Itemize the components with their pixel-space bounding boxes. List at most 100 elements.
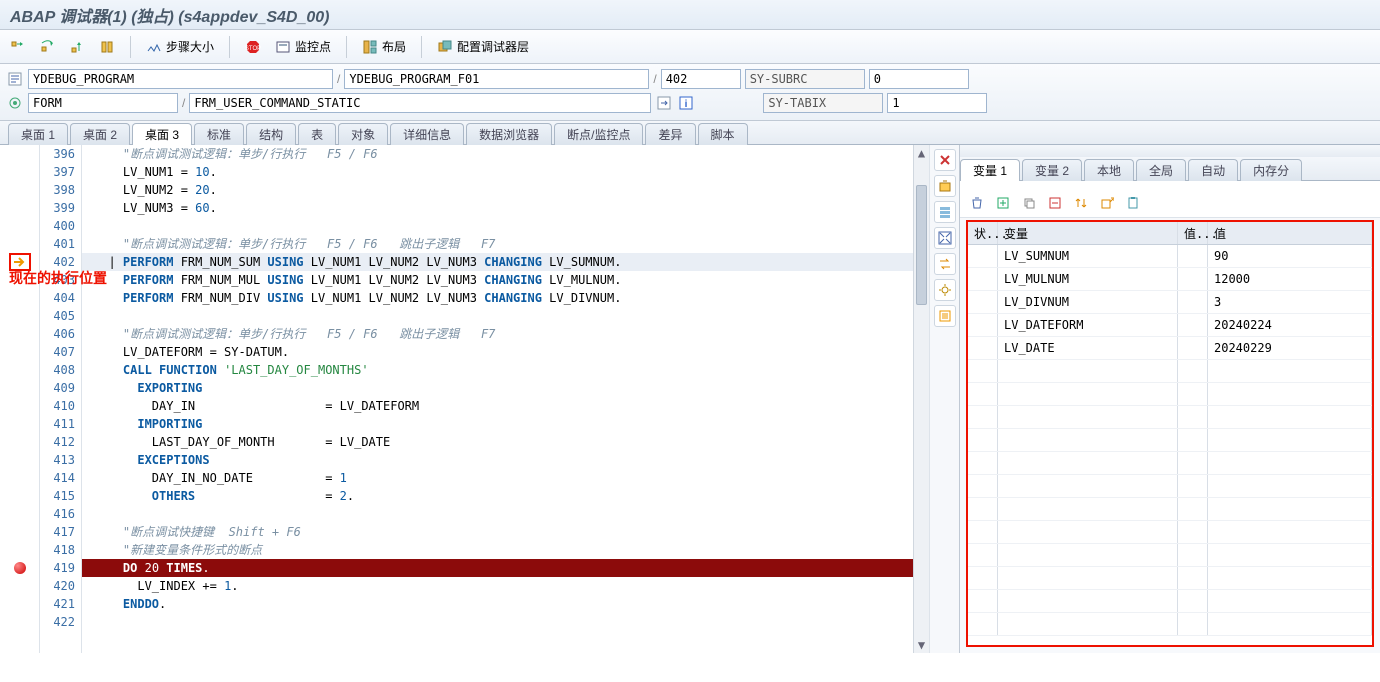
variable-row[interactable]: LV_DATEFORM20240224 [968, 314, 1372, 337]
scroll-thumb[interactable] [916, 185, 927, 305]
code-line-408[interactable]: CALL FUNCTION 'LAST_DAY_OF_MONTHS' [82, 361, 929, 379]
var-tab-5[interactable]: 内存分 [1240, 159, 1302, 181]
code-line-419[interactable]: DO 20 TIMES. [82, 559, 929, 577]
list-icon[interactable] [934, 305, 956, 327]
breakpoint-gutter[interactable] [0, 145, 40, 653]
var-tab-4[interactable]: 自动 [1188, 159, 1238, 181]
code-scrollbar[interactable]: ▲ ▼ [913, 145, 929, 653]
delete-row-icon[interactable] [1044, 193, 1066, 213]
scroll-down-icon[interactable]: ▼ [914, 637, 929, 653]
variable-row-empty[interactable] [968, 590, 1372, 613]
variable-row-empty[interactable] [968, 452, 1372, 475]
insert-row-icon[interactable] [992, 193, 1014, 213]
var-tab-0[interactable]: 变量 1 [960, 159, 1020, 181]
close-icon[interactable] [934, 149, 956, 171]
main-tab-1[interactable]: 桌面 2 [70, 123, 130, 145]
code-line-401[interactable]: "断点调试测试逻辑：单步/行执行 F5 / F6 跳出子逻辑 F7 [82, 235, 929, 253]
clipboard-icon[interactable] [1122, 193, 1144, 213]
step-into-button[interactable] [4, 35, 30, 59]
swap-icon[interactable] [934, 253, 956, 275]
var-tab-3[interactable]: 全局 [1136, 159, 1186, 181]
code-line-421[interactable]: ENDDO. [82, 595, 929, 613]
col-value[interactable]: 值 [1208, 222, 1372, 244]
sy-tabix-value[interactable] [887, 93, 987, 113]
main-tab-9[interactable]: 断点/监控点 [554, 123, 643, 145]
code-line-416[interactable] [82, 505, 929, 523]
variables-table[interactable]: 状... 变量 值... 值 LV_SUMNUM90LV_MULNUM12000… [966, 220, 1374, 647]
info-icon[interactable]: i [677, 96, 695, 110]
var-tab-2[interactable]: 本地 [1084, 159, 1134, 181]
code-line-403[interactable]: PERFORM FRM_NUM_MUL USING LV_NUM1 LV_NUM… [82, 271, 929, 289]
sort-icon[interactable] [1070, 193, 1092, 213]
main-tab-4[interactable]: 结构 [246, 123, 296, 145]
main-tab-11[interactable]: 脚本 [698, 123, 748, 145]
code-line-402[interactable]: | PERFORM FRM_NUM_SUM USING LV_NUM1 LV_N… [82, 253, 929, 271]
event-field[interactable] [28, 93, 178, 113]
code-line-422[interactable] [82, 613, 929, 631]
code-line-397[interactable]: LV_NUM1 = 10. [82, 163, 929, 181]
breakpoint-icon[interactable] [14, 562, 26, 574]
var-tab-1[interactable]: 变量 2 [1022, 159, 1082, 181]
step-out-button[interactable] [64, 35, 90, 59]
col-variable[interactable]: 变量 [998, 222, 1178, 244]
export-icon[interactable] [1096, 193, 1118, 213]
col-valtype[interactable]: 值... [1178, 222, 1208, 244]
code-line-409[interactable]: EXPORTING [82, 379, 929, 397]
settings-icon[interactable] [934, 279, 956, 301]
variable-row-empty[interactable] [968, 360, 1372, 383]
layout-button[interactable]: 布局 [357, 35, 411, 59]
nav-icon[interactable] [655, 96, 673, 110]
main-tab-10[interactable]: 差异 [645, 123, 695, 145]
watchpoint-button[interactable]: 监控点 [270, 35, 336, 59]
include-field[interactable] [344, 69, 649, 89]
variable-row-empty[interactable] [968, 567, 1372, 590]
program-field[interactable] [28, 69, 333, 89]
step-size-button[interactable]: 步骤大小 [141, 35, 219, 59]
config-layers-button[interactable]: 配置调试器层 [432, 35, 534, 59]
code-line-420[interactable]: LV_INDEX += 1. [82, 577, 929, 595]
code-line-404[interactable]: PERFORM FRM_NUM_DIV USING LV_NUM1 LV_NUM… [82, 289, 929, 307]
scroll-up-icon[interactable]: ▲ [914, 145, 929, 161]
sy-subrc-value[interactable] [869, 69, 969, 89]
code-line-398[interactable]: LV_NUM2 = 20. [82, 181, 929, 199]
variable-row-empty[interactable] [968, 429, 1372, 452]
code-line-417[interactable]: "断点调试快捷键 Shift + F6 [82, 523, 929, 541]
main-tab-8[interactable]: 数据浏览器 [466, 123, 552, 145]
code-line-415[interactable]: OTHERS = 2. [82, 487, 929, 505]
continue-button[interactable] [94, 35, 120, 59]
main-tab-6[interactable]: 对象 [338, 123, 388, 145]
variable-row[interactable]: LV_SUMNUM90 [968, 245, 1372, 268]
code-line-405[interactable] [82, 307, 929, 325]
variable-row-empty[interactable] [968, 383, 1372, 406]
code-line-396[interactable]: "断点调试测试逻辑：单步/行执行 F5 / F6 [82, 145, 929, 163]
code-line-400[interactable] [82, 217, 929, 235]
code-line-410[interactable]: DAY_IN = LV_DATEFORM [82, 397, 929, 415]
variable-row-empty[interactable] [968, 498, 1372, 521]
variable-row-empty[interactable] [968, 521, 1372, 544]
variable-row[interactable]: LV_MULNUM12000 [968, 268, 1372, 291]
main-tab-7[interactable]: 详细信息 [390, 123, 464, 145]
variable-row[interactable]: LV_DATE20240229 [968, 337, 1372, 360]
code-line-413[interactable]: EXCEPTIONS [82, 451, 929, 469]
code-line-418[interactable]: "新建变量条件形式的断点 [82, 541, 929, 559]
form-field[interactable] [189, 93, 651, 113]
main-tab-2[interactable]: 桌面 3 [132, 123, 192, 145]
col-status[interactable]: 状... [968, 222, 998, 244]
main-tab-0[interactable]: 桌面 1 [8, 123, 68, 145]
code-line-414[interactable]: DAY_IN_NO_DATE = 1 [82, 469, 929, 487]
step-over-button[interactable] [34, 35, 60, 59]
code-line-411[interactable]: IMPORTING [82, 415, 929, 433]
variable-row-empty[interactable] [968, 544, 1372, 567]
delete-icon[interactable] [966, 193, 988, 213]
line-field[interactable] [661, 69, 741, 89]
copy-row-icon[interactable] [1018, 193, 1040, 213]
variable-row[interactable]: LV_DIVNUM3 [968, 291, 1372, 314]
expand-icon[interactable] [934, 227, 956, 249]
variable-row-empty[interactable] [968, 613, 1372, 636]
new-window-icon[interactable] [934, 175, 956, 197]
code-line-399[interactable]: LV_NUM3 = 60. [82, 199, 929, 217]
code-line-406[interactable]: "断点调试测试逻辑：单步/行执行 F5 / F6 跳出子逻辑 F7 [82, 325, 929, 343]
stop-icon[interactable]: STOP [240, 35, 266, 59]
main-tab-3[interactable]: 标准 [194, 123, 244, 145]
code-line-407[interactable]: LV_DATEFORM = SY-DATUM. [82, 343, 929, 361]
